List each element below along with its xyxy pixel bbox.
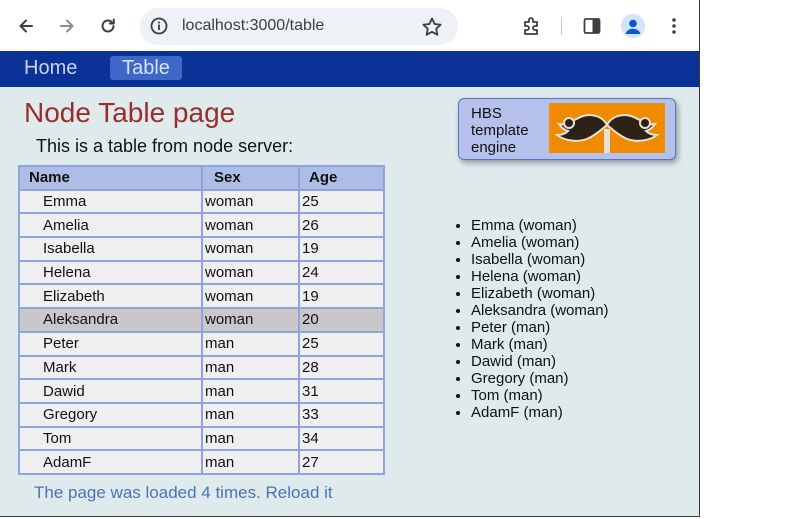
cell-age: 34 — [298, 425, 385, 452]
table-row: AdamF man 27 — [18, 449, 385, 475]
hbs-badge: HBS template engine — [458, 98, 676, 160]
nav-table-link[interactable]: Table — [110, 56, 182, 80]
cell-name: Dawid — [18, 378, 203, 404]
browser-toolbar: localhost:3000/table — [0, 0, 700, 51]
side-panel-icon — [582, 16, 602, 36]
cell-sex: man — [201, 354, 300, 381]
cell-name: Aleksandra — [18, 307, 203, 333]
cell-age: 27 — [298, 449, 385, 475]
table-row: Isabella woman 19 — [18, 236, 385, 262]
list-item: Isabella (woman) — [471, 251, 609, 268]
top-navbar: Home Table — [0, 51, 700, 87]
cell-name: Isabella — [18, 236, 203, 262]
cell-sex: woman — [201, 188, 300, 215]
arrow-forward-icon — [57, 16, 77, 36]
table-row: Gregory man 33 — [18, 401, 385, 428]
cell-age: 28 — [298, 354, 385, 381]
cell-name: Tom — [18, 425, 203, 452]
cell-name: Elizabeth — [18, 283, 203, 310]
arrow-back-icon — [16, 16, 36, 36]
cell-name: Amelia — [18, 212, 203, 239]
page-title: Node Table page — [24, 97, 236, 128]
forward-button[interactable] — [51, 10, 83, 42]
puzzle-icon — [521, 15, 543, 37]
cell-age: 25 — [298, 188, 385, 215]
list-item: Aleksandra (woman) — [471, 302, 609, 319]
list-item: AdamF (man) — [471, 404, 609, 421]
star-icon[interactable] — [420, 15, 444, 39]
list-item: Mark (man) — [471, 336, 609, 353]
cell-age: 24 — [298, 259, 385, 286]
window-border-bottom — [0, 516, 700, 517]
cell-sex: man — [201, 425, 300, 452]
list-item: Elizabeth (woman) — [471, 285, 609, 302]
list-item: Tom (man) — [471, 387, 609, 404]
table-row: Mark man 28 — [18, 354, 385, 381]
table-row: Elizabeth woman 19 — [18, 283, 385, 310]
toolbar-divider — [561, 17, 562, 35]
list-item: Amelia (woman) — [471, 234, 609, 251]
profile-button[interactable] — [621, 14, 645, 38]
cell-name: Helena — [18, 259, 203, 286]
table-row: Emma woman 25 — [18, 188, 385, 215]
address-bar[interactable]: localhost:3000/table — [140, 8, 458, 45]
cell-sex: man — [201, 401, 300, 428]
hbs-text: HBS template engine — [471, 105, 529, 156]
more-vert-icon — [664, 16, 684, 36]
cell-name: Gregory — [18, 401, 203, 428]
cell-name: Peter — [18, 330, 203, 357]
nav-home-link[interactable]: Home — [24, 57, 77, 80]
side-panel-button[interactable] — [576, 10, 608, 42]
extensions-button[interactable] — [516, 10, 548, 42]
cell-sex: woman — [201, 236, 300, 262]
cell-age: 26 — [298, 212, 385, 239]
table-row: Aleksandra woman 20 — [18, 307, 385, 333]
cell-name: Mark — [18, 354, 203, 381]
cell-age: 31 — [298, 378, 385, 404]
list-item: Emma (woman) — [471, 217, 609, 234]
url-text[interactable]: localhost:3000/table — [182, 17, 324, 35]
back-button[interactable] — [10, 10, 42, 42]
profile-icon — [621, 14, 645, 38]
table-row: Helena woman 24 — [18, 259, 385, 286]
cell-sex: man — [201, 330, 300, 357]
list-item: Peter (man) — [471, 319, 609, 336]
cell-sex: woman — [201, 259, 300, 286]
list-item: Dawid (man) — [471, 353, 609, 370]
cell-sex: man — [201, 378, 300, 404]
cell-sex: woman — [201, 283, 300, 310]
reload-icon — [98, 16, 118, 36]
reload-button[interactable] — [92, 10, 124, 42]
column-header-sex: Sex — [201, 165, 300, 191]
table-row: Dawid man 31 — [18, 378, 385, 404]
table-row: Peter man 25 — [18, 330, 385, 357]
table-row: Amelia woman 26 — [18, 212, 385, 239]
page-viewport: Home Table Node Table page This is a tab… — [0, 51, 700, 517]
cell-age: 25 — [298, 330, 385, 357]
cell-sex: man — [201, 449, 300, 475]
mustache-icon — [549, 103, 665, 153]
cell-age: 20 — [298, 307, 385, 333]
cell-sex: woman — [201, 212, 300, 239]
cell-sex: woman — [201, 307, 300, 333]
table-row: Tom man 34 — [18, 425, 385, 452]
cell-age: 19 — [298, 283, 385, 310]
cell-name: AdamF — [18, 449, 203, 475]
cell-name: Emma — [18, 188, 203, 215]
menu-button[interactable] — [658, 10, 690, 42]
table-header-row: Name Sex Age — [18, 165, 385, 191]
column-header-age: Age — [298, 165, 385, 191]
window-border-right — [699, 0, 700, 517]
cell-age: 19 — [298, 236, 385, 262]
list-item: Gregory (man) — [471, 370, 609, 387]
reload-link[interactable]: The page was loaded 4 times. Reload it — [34, 483, 333, 503]
cell-age: 33 — [298, 401, 385, 428]
site-info-icon[interactable] — [148, 15, 170, 37]
column-header-name: Name — [18, 165, 203, 191]
people-list: Emma (woman)Amelia (woman)Isabella (woma… — [471, 217, 609, 421]
people-table: Name Sex Age Emma woman 25 Amelia woman 26 Isa… — [18, 165, 385, 475]
page-subtitle: This is a table from node server: — [36, 136, 294, 156]
list-item: Helena (woman) — [471, 268, 609, 285]
